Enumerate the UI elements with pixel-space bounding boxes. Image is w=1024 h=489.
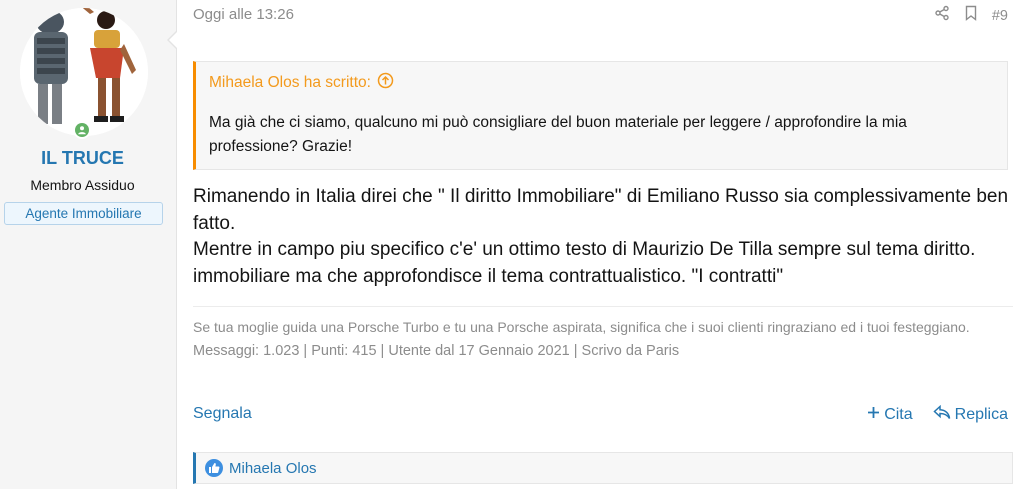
report-link[interactable]: Segnala (193, 405, 252, 423)
bookmark-icon[interactable] (964, 5, 978, 26)
quote-block: Mihaela Olos ha scritto: Ma già che ci s… (193, 61, 1008, 170)
reply-icon (933, 404, 951, 425)
reply-button-label: Replica (954, 406, 1008, 423)
like-icon (205, 459, 223, 477)
quote-text: Ma già che ci siamo, qualcuno mi può con… (209, 114, 907, 155)
post-date[interactable]: Oggi alle 13:26 (193, 6, 294, 23)
post-number-link[interactable]: #9 (992, 8, 1008, 24)
message-body: Rimanendo in Italia direi che " Il dirit… (193, 184, 1013, 290)
quote-author[interactable]: Mihaela Olos ha scritto: (209, 74, 371, 92)
post-footer-actions: Cita Replica (867, 404, 1008, 425)
user-title: Membro Assiduo (30, 177, 135, 193)
user-banner: Agente Immobiliare (4, 202, 163, 225)
avatar[interactable] (20, 8, 148, 136)
message-arrow-inner (169, 31, 178, 49)
arrow-up-circle-icon[interactable] (377, 72, 394, 94)
message-line-2: Mentre in campo piu specifico c'e' un ot… (193, 239, 976, 287)
share-icon[interactable] (934, 5, 950, 26)
post-actions: #9 (934, 5, 1008, 26)
quote-button-label: Cita (884, 406, 913, 423)
message-line-1: Rimanendo in Italia direi che " Il dirit… (193, 186, 1009, 234)
plus-icon (867, 406, 880, 424)
username-link[interactable]: IL TRUCE (0, 148, 165, 169)
reactions-bar: Mihaela Olos (193, 452, 1013, 484)
signature-text: Se tua moglie guida una Porsche Turbo e … (193, 319, 970, 335)
reply-button[interactable]: Replica (933, 404, 1008, 425)
signature: Se tua moglie guida una Porsche Turbo e … (193, 306, 1013, 361)
quote-button[interactable]: Cita (867, 406, 913, 424)
quote-author-link[interactable]: Mihaela Olos ha scritto: (209, 72, 394, 94)
signature-stats: Messaggi: 1.023 | Punti: 415 | Utente da… (193, 343, 680, 359)
reaction-users-link[interactable]: Mihaela Olos (229, 460, 317, 477)
online-status-icon (73, 121, 91, 139)
avatar-illustration (20, 8, 148, 136)
user-sidebar: IL TRUCE Membro Assiduo Agente Immobilia… (0, 0, 177, 489)
